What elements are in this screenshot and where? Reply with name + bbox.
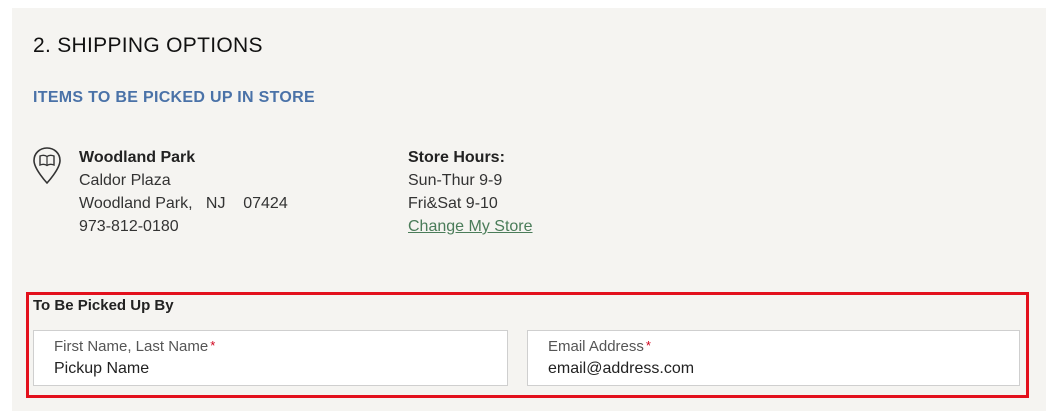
required-mark: *	[645, 338, 651, 353]
picked-up-by-label: To Be Picked Up By	[33, 297, 174, 314]
pickup-email-field[interactable]: Email Address * email@address.com	[527, 330, 1020, 386]
store-address-line2: Woodland Park, NJ 07424	[79, 192, 288, 215]
store-hours-title: Store Hours:	[408, 149, 505, 166]
store-city: Woodland Park,	[79, 195, 193, 212]
pickup-name-input[interactable]: Pickup Name	[54, 360, 149, 378]
pickup-email-input[interactable]: email@address.com	[548, 360, 694, 378]
store-name: Woodland Park	[79, 149, 196, 166]
store-phone: 973-812-0180	[79, 218, 179, 235]
pickup-email-label: Email Address *	[548, 338, 651, 355]
store-address-line1: Caldor Plaza	[79, 172, 171, 189]
required-mark: *	[210, 338, 216, 353]
pickup-in-store-subtitle: ITEMS TO BE PICKED UP IN STORE	[33, 89, 315, 106]
store-hours: Store Hours: Sun-Thur 9-9 Fri&Sat 9-10 C…	[408, 146, 533, 238]
change-my-store-link[interactable]: Change My Store	[408, 218, 533, 235]
store-hours-line1: Sun-Thur 9-9	[408, 172, 503, 189]
pickup-name-field[interactable]: First Name, Last Name * Pickup Name	[33, 330, 508, 386]
store-state: NJ	[205, 195, 226, 212]
section-title: 2. SHIPPING OPTIONS	[33, 34, 263, 57]
store-address: Woodland Park Caldor Plaza Woodland Park…	[79, 146, 288, 238]
store-hours-line2: Fri&Sat 9-10	[408, 195, 498, 212]
pickup-name-label: First Name, Last Name *	[54, 338, 216, 355]
store-zip: 07424	[243, 195, 288, 212]
store-location-pin-icon	[32, 146, 62, 186]
